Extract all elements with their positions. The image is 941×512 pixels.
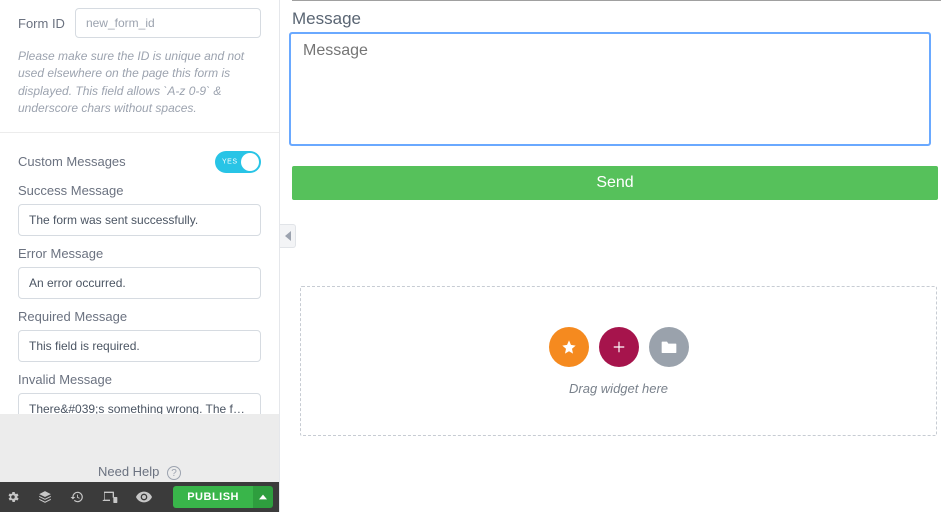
invalid-message-label: Invalid Message — [18, 372, 261, 387]
form-id-input[interactable] — [75, 8, 261, 38]
gear-icon[interactable] — [6, 490, 20, 504]
need-help[interactable]: Need Help ? — [0, 464, 279, 482]
required-message-group: Required Message — [0, 309, 279, 372]
need-help-label: Need Help — [98, 464, 159, 479]
message-textarea[interactable] — [290, 33, 930, 145]
toggle-yes-text: YES — [222, 158, 238, 165]
eye-icon[interactable] — [136, 490, 152, 504]
invalid-message-group: Invalid Message — [0, 372, 279, 414]
publish-button[interactable]: PUBLISH — [173, 486, 253, 508]
star-icon — [561, 339, 577, 355]
devices-icon[interactable] — [102, 490, 118, 504]
success-message-group: Success Message — [0, 183, 279, 246]
help-icon: ? — [167, 466, 181, 480]
sidebar-scroll: Form ID Please make sure the ID is uniqu… — [0, 0, 279, 414]
settings-sidebar: Form ID Please make sure the ID is uniqu… — [0, 0, 280, 512]
error-message-group: Error Message — [0, 246, 279, 309]
publish-wrap: PUBLISH — [173, 486, 273, 508]
layers-icon[interactable] — [38, 490, 52, 504]
error-message-label: Error Message — [18, 246, 261, 261]
custom-messages-header: Custom Messages YES — [0, 133, 279, 183]
required-message-label: Required Message — [18, 309, 261, 324]
message-field-label: Message — [292, 9, 941, 29]
custom-messages-toggle[interactable]: YES — [215, 151, 261, 173]
dropzone-text: Drag widget here — [569, 381, 668, 396]
collapse-sidebar-tab[interactable] — [280, 224, 296, 248]
required-message-input[interactable] — [18, 330, 261, 362]
chevron-left-icon — [285, 231, 291, 241]
form-id-row: Form ID — [0, 0, 279, 42]
success-message-input[interactable] — [18, 204, 261, 236]
bottom-toolbar: PUBLISH — [0, 482, 279, 512]
error-message-input[interactable] — [18, 267, 261, 299]
divider — [292, 0, 941, 1]
add-featured-widget-button[interactable] — [549, 327, 589, 367]
form-id-label: Form ID — [18, 16, 65, 31]
history-icon[interactable] — [70, 490, 84, 504]
widget-dropzone[interactable]: Drag widget here — [300, 286, 937, 436]
sidebar-footer: Need Help ? PUBLISH — [0, 414, 279, 512]
custom-messages-label: Custom Messages — [18, 154, 126, 169]
form-preview: Message Send — [290, 0, 941, 200]
caret-up-icon — [259, 493, 267, 501]
publish-dropdown-button[interactable] — [253, 486, 273, 508]
add-folder-widget-button[interactable] — [649, 327, 689, 367]
form-id-help-text: Please make sure the ID is unique and no… — [0, 42, 279, 133]
plus-icon — [612, 340, 626, 354]
dropzone-icons — [549, 327, 689, 367]
add-widget-button[interactable] — [599, 327, 639, 367]
send-button[interactable]: Send — [292, 166, 938, 200]
folder-icon — [661, 340, 677, 354]
invalid-message-input[interactable] — [18, 393, 261, 414]
success-message-label: Success Message — [18, 183, 261, 198]
canvas: Message Send Drag widget here — [280, 0, 941, 512]
